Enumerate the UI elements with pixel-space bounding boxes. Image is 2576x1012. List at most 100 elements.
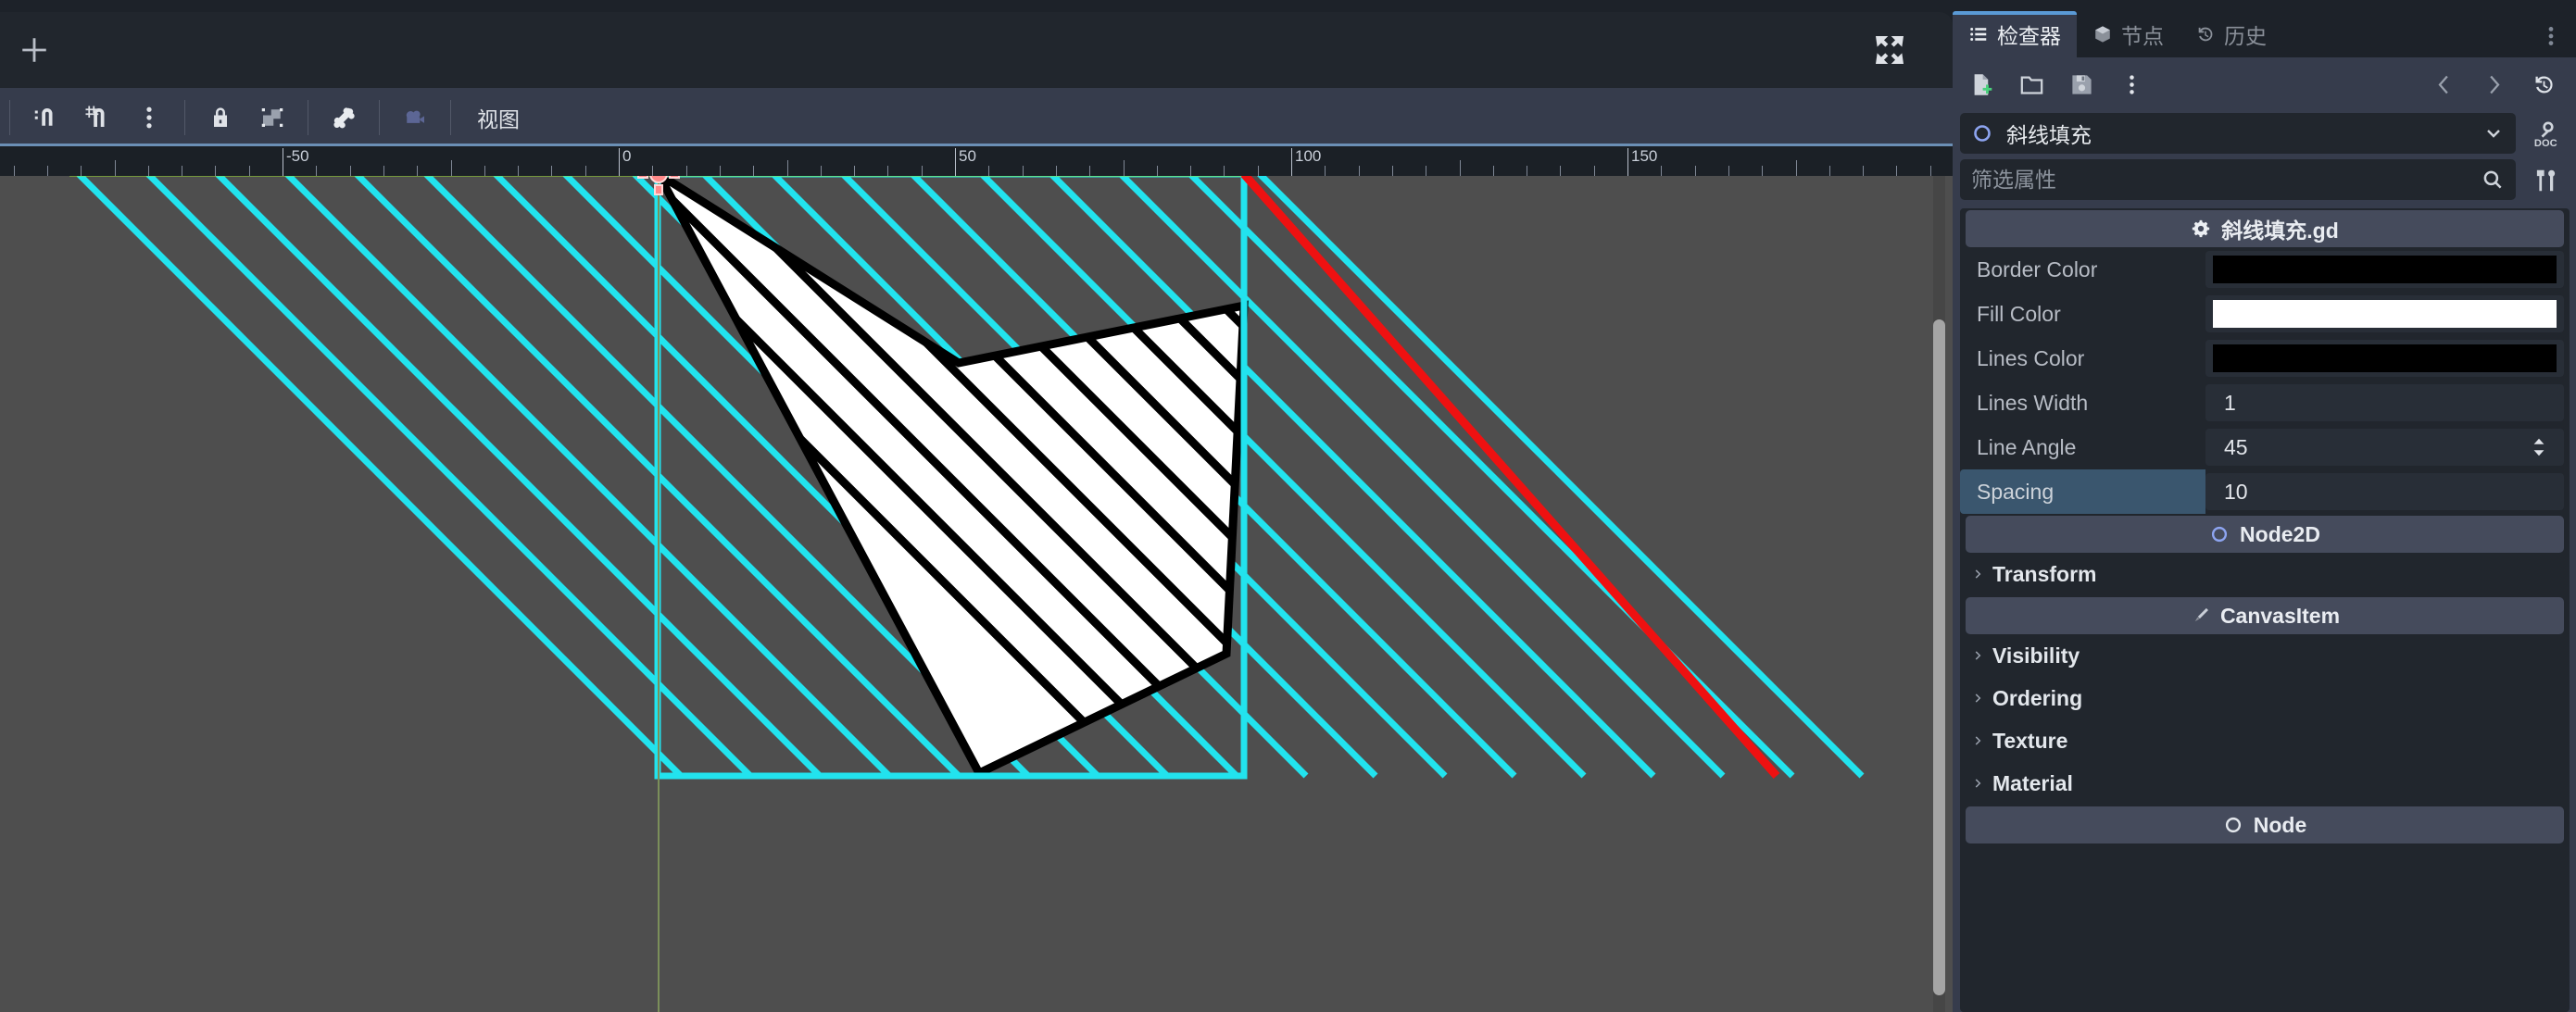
section-ordering[interactable]: Ordering (1960, 677, 2570, 719)
grid-snap-button[interactable] (76, 96, 119, 139)
inspector-tools-button[interactable] (2526, 161, 2567, 200)
object-history-button[interactable] (2522, 63, 2565, 106)
ruler-tick (1930, 166, 1931, 176)
ruler-tick (417, 166, 418, 176)
chevron-right-icon (1975, 651, 1981, 660)
snap-mode-button[interactable] (24, 96, 67, 139)
color-swatch-border-color[interactable] (2213, 256, 2557, 283)
script-category-label: 斜线填充.gd (2221, 219, 2339, 243)
inspector-node-selector[interactable]: 斜线填充 (1960, 113, 2516, 154)
horizontal-ruler[interactable]: -100-50050100150200 (0, 146, 1953, 176)
inspector-toolbar (1953, 57, 2576, 111)
node-cube-icon (2095, 26, 2110, 43)
tab-node[interactable]: 节点 (2077, 11, 2180, 57)
filter-properties-input[interactable] (1971, 167, 2481, 193)
inspector-list-icon (1970, 28, 1987, 41)
node2d-category-header[interactable]: Node2D (1966, 516, 2564, 553)
inspector-property-list[interactable]: 斜线填充.gd Border Color Fill Color Lines Co… (1960, 208, 2570, 1012)
tab-history[interactable]: 历史 (2180, 11, 2282, 57)
ruler-tick (1661, 166, 1662, 176)
snap-options-button[interactable] (128, 96, 170, 139)
section-transform[interactable]: Transform (1960, 553, 2570, 595)
ruler-tick (1359, 166, 1360, 176)
property-row-border-color[interactable]: Border Color (1960, 247, 2570, 292)
color-swatch-fill-color[interactable] (2213, 300, 2557, 328)
ruler-tick (854, 166, 855, 176)
node-category-header[interactable]: Node (1966, 806, 2564, 843)
skeleton-button[interactable] (322, 96, 365, 139)
node-circle-icon (2225, 817, 2241, 833)
inspector-node-name: 斜线填充 (2006, 123, 2092, 147)
section-material[interactable]: Material (1960, 762, 2570, 805)
section-visibility[interactable]: Visibility (1960, 634, 2570, 677)
ruler-tick (518, 166, 519, 176)
dock-tab-bar: 检查器 节点 历史 (1953, 11, 2576, 57)
property-value-text: 10 (2224, 479, 2248, 504)
ruler-tick (47, 166, 48, 176)
ruler-tick (1863, 166, 1864, 176)
tab-history-label: 历史 (2224, 24, 2267, 48)
open-documentation-button[interactable]: DOC (2526, 115, 2567, 154)
ruler-tick (1157, 166, 1158, 176)
brush-icon (2194, 607, 2208, 622)
tab-inspector[interactable]: 检查器 (1953, 11, 2077, 57)
ruler-tick (787, 160, 788, 176)
camera-override-button[interactable] (394, 96, 436, 139)
load-resource-button[interactable] (2010, 63, 2053, 106)
plus-icon (22, 38, 46, 62)
lock-button[interactable] (199, 96, 242, 139)
canvas-viewport[interactable] (0, 176, 1953, 1012)
camera-override-icon (406, 110, 424, 123)
snap-mode-icon (34, 107, 53, 126)
section-label: Transform (1992, 561, 2097, 586)
property-value[interactable] (2205, 251, 2564, 288)
ruler-tick (1460, 160, 1461, 176)
property-row-lines-width[interactable]: Lines Width 1 (1960, 381, 2570, 425)
property-value[interactable]: 45 (2205, 429, 2564, 466)
resource-extra-menu-button[interactable] (2110, 63, 2153, 106)
node-category-label: Node (2253, 812, 2307, 837)
dock-options-button[interactable] (2537, 15, 2565, 57)
ruler-tick (720, 166, 721, 176)
view-menu-button[interactable]: 视图 (464, 96, 533, 139)
viewport-vscroll-thumb[interactable] (1933, 319, 1945, 995)
new-resource-button[interactable] (1960, 63, 2003, 106)
ruler-tick (451, 160, 452, 176)
color-swatch-lines-color[interactable] (2213, 344, 2557, 372)
distraction-free-button[interactable] (1867, 28, 1912, 72)
ruler-tick (652, 166, 653, 176)
ruler-tick (1224, 166, 1225, 176)
inspector-dock: 检查器 节点 历史 斜线填充 DOC 筛选属性 斜线填充.gd Border C… (1953, 0, 2576, 1012)
new-resource-icon (1974, 73, 1992, 95)
property-value[interactable] (2205, 295, 2564, 332)
group-button[interactable] (251, 96, 294, 139)
script-category-header[interactable]: 斜线填充.gd (1966, 210, 2564, 247)
property-value[interactable]: 10 (2205, 473, 2564, 510)
canvasitem-category-header[interactable]: CanvasItem (1966, 597, 2564, 634)
ruler-tick (115, 160, 116, 176)
save-resource-button[interactable] (2060, 63, 2103, 106)
property-row-fill-color[interactable]: Fill Color (1960, 292, 2570, 336)
toolbar-separator (184, 99, 185, 135)
property-label: Border Color (1977, 256, 2098, 281)
property-value[interactable] (2205, 340, 2564, 377)
property-row-line-angle[interactable]: Line Angle 45 (1960, 425, 2570, 469)
section-label: Visibility (1992, 643, 2080, 668)
add-scene-tab-button[interactable] (7, 12, 61, 88)
spinner-updown-icon[interactable] (2527, 435, 2551, 459)
ruler-label: 100 (1295, 147, 1322, 165)
ruler-label: 150 (1631, 147, 1658, 165)
section-label: Material (1992, 770, 2073, 795)
property-row-spacing[interactable]: Spacing 10 (1960, 469, 2570, 514)
snap-options-kebab-icon (146, 106, 152, 128)
ruler-tick (1896, 166, 1897, 176)
history-forward-button[interactable] (2472, 63, 2515, 106)
section-texture[interactable]: Texture (1960, 719, 2570, 762)
history-back-button[interactable] (2422, 63, 2465, 106)
property-value[interactable]: 1 (2205, 384, 2564, 421)
open-docs-icon: DOC (2534, 121, 2557, 149)
section-label: Ordering (1992, 685, 2083, 710)
ruler-tick (215, 166, 216, 176)
property-row-lines-color[interactable]: Lines Color (1960, 336, 2570, 381)
inspector-filter-row[interactable] (1960, 159, 2516, 200)
